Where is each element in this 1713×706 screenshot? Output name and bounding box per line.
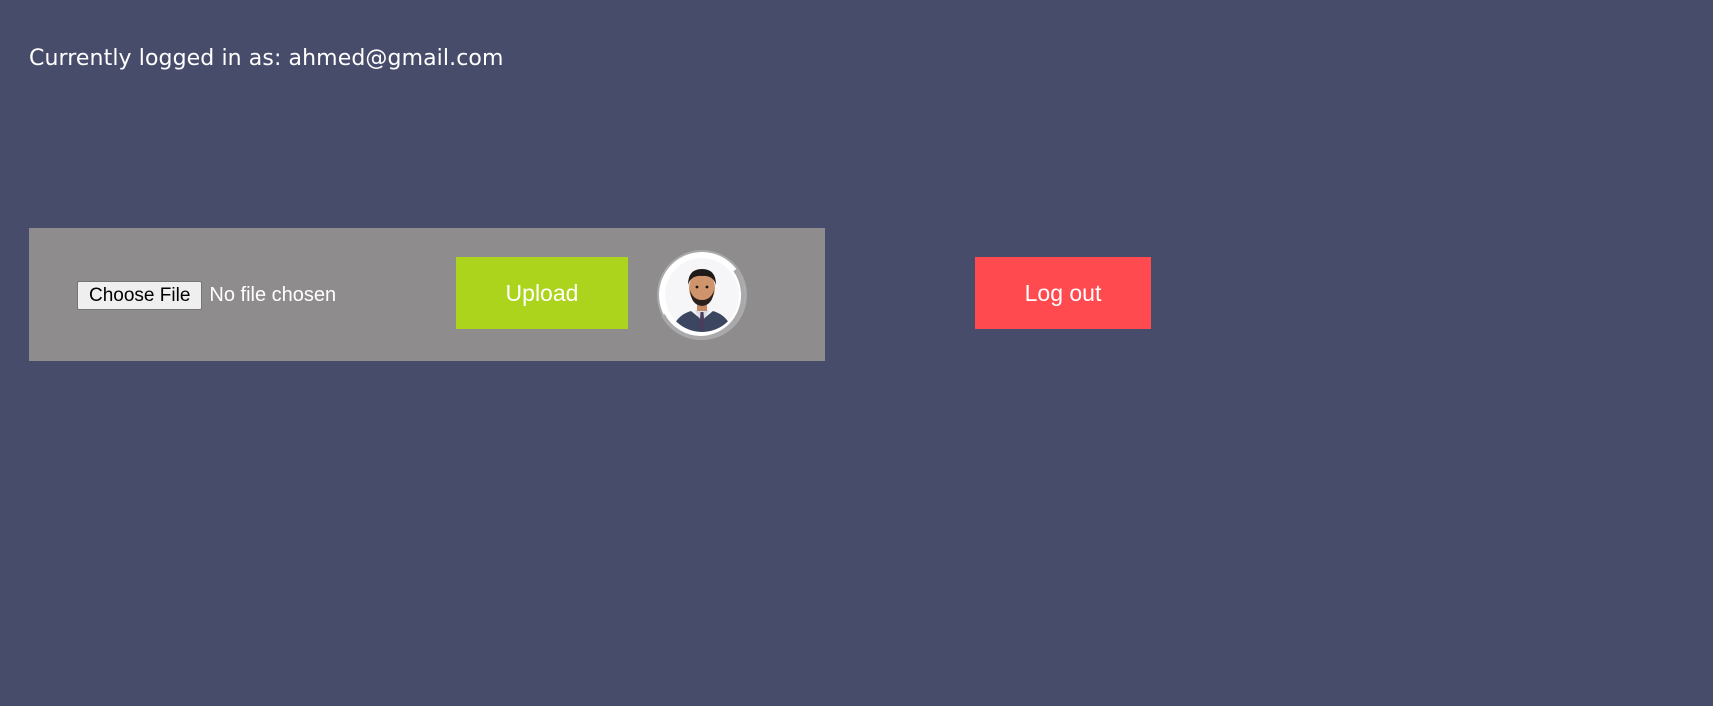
page: Currently logged in as: ahmed@gmail.com … <box>0 0 1713 706</box>
file-input[interactable]: Choose File No file chosen <box>77 281 336 310</box>
choose-file-button[interactable]: Choose File <box>77 281 203 310</box>
avatar <box>657 250 747 340</box>
login-status-text: Currently logged in as: ahmed@gmail.com <box>29 46 504 71</box>
logout-button[interactable]: Log out <box>975 257 1151 329</box>
upload-button[interactable]: Upload <box>456 257 628 329</box>
file-status-text: No file chosen <box>209 284 337 306</box>
upload-panel: Choose File No file chosen Upload <box>29 228 825 361</box>
profile-photo-icon <box>659 252 746 340</box>
